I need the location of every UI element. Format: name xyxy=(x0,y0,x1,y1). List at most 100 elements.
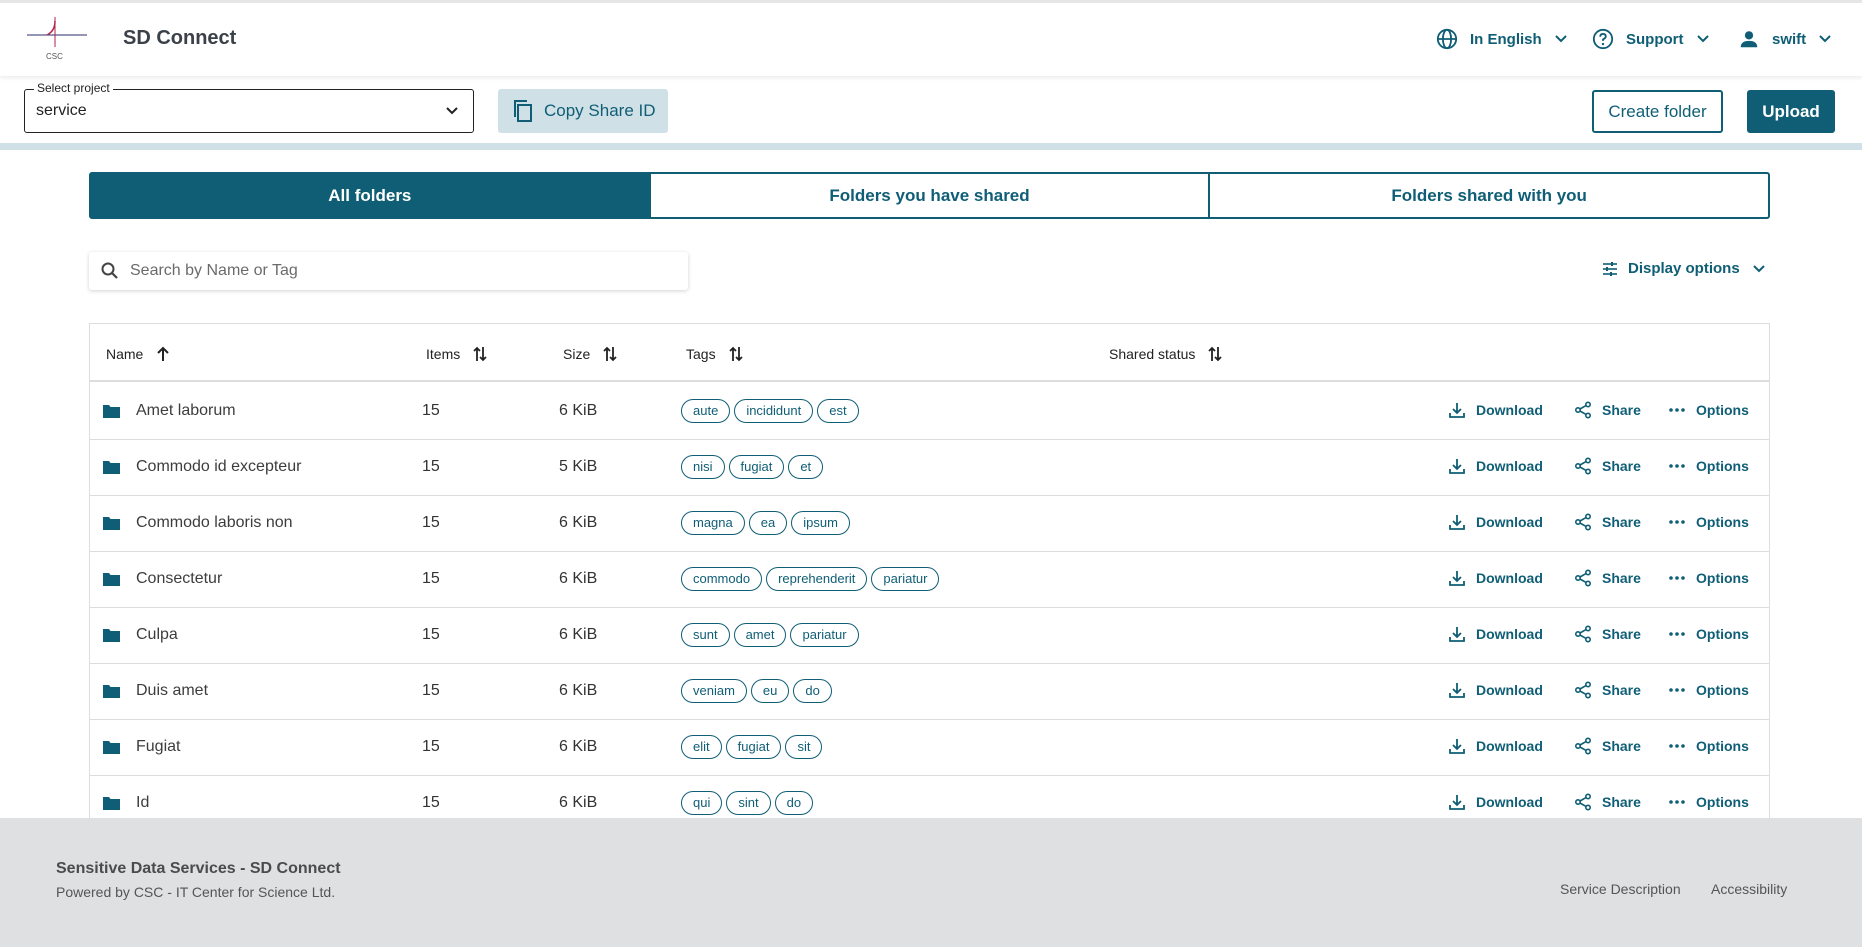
folder-name[interactable]: Amet laborum xyxy=(136,402,236,420)
csc-logo[interactable]: CSC xyxy=(27,17,89,61)
tag-chip[interactable]: pariatur xyxy=(871,567,940,591)
folder-size: 5 KiB xyxy=(559,458,598,475)
folder-name[interactable]: Commodo id excepteur xyxy=(136,458,301,476)
download-button[interactable]: Download xyxy=(1448,513,1543,531)
column-tags[interactable]: Tags xyxy=(686,345,744,363)
options-button[interactable]: Options xyxy=(1668,457,1749,475)
table-row[interactable]: Fugiat 15 6 KiB elit fugiat sit Download S… xyxy=(90,720,1769,776)
folder-items: 15 xyxy=(422,794,440,811)
support-menu[interactable]: Support xyxy=(1592,28,1710,50)
share-button[interactable]: Share xyxy=(1574,625,1641,643)
tag-chip[interactable]: aute xyxy=(681,399,731,423)
table-row[interactable]: Commodo laboris non 15 6 KiB magna ea ipsu… xyxy=(90,496,1769,552)
tag-chip[interactable]: sint xyxy=(726,791,771,815)
download-button[interactable]: Download xyxy=(1448,625,1543,643)
options-button[interactable]: Options xyxy=(1668,513,1749,531)
create-folder-button[interactable]: Create folder xyxy=(1592,90,1723,133)
download-button[interactable]: Download xyxy=(1448,793,1543,811)
accessibility-link[interactable]: Accessibility xyxy=(1711,881,1787,897)
share-button[interactable]: Share xyxy=(1574,793,1641,811)
more-horizontal-icon xyxy=(1669,464,1685,468)
options-button[interactable]: Options xyxy=(1668,625,1749,643)
folder-name[interactable]: Consectetur xyxy=(136,570,222,588)
table-row[interactable]: Amet laborum 15 6 KiB aute incididunt est … xyxy=(90,384,1769,440)
tag-chip[interactable]: ipsum xyxy=(791,511,850,535)
service-description-link[interactable]: Service Description xyxy=(1560,881,1681,897)
search-input[interactable] xyxy=(130,262,670,280)
table-row[interactable]: Commodo id excepteur 15 5 KiB nisi fugiat… xyxy=(90,440,1769,496)
tag-chip[interactable]: fugiat xyxy=(728,455,785,479)
tag-chip[interactable]: ea xyxy=(748,511,788,535)
tab-folders-shared-with-you[interactable]: Folders shared with you xyxy=(1210,174,1768,217)
share-button[interactable]: Share xyxy=(1574,737,1641,755)
share-button[interactable]: Share xyxy=(1574,569,1641,587)
sort-icon xyxy=(1208,346,1223,362)
display-options-button[interactable]: Display options xyxy=(1602,260,1766,277)
options-button[interactable]: Options xyxy=(1668,793,1749,811)
footer-subtitle: Powered by CSC - IT Center for Science L… xyxy=(56,884,336,900)
tab-all-folders[interactable]: All folders xyxy=(91,174,651,217)
options-button[interactable]: Options xyxy=(1668,737,1749,755)
upload-button[interactable]: Upload xyxy=(1747,90,1835,133)
folder-items: 15 xyxy=(422,626,440,643)
folder-items: 15 xyxy=(422,738,440,755)
folder-icon xyxy=(103,405,120,418)
download-button[interactable]: Download xyxy=(1448,737,1543,755)
share-button[interactable]: Share xyxy=(1574,513,1641,531)
share-button[interactable]: Share xyxy=(1574,401,1641,419)
tag-chip[interactable]: nisi xyxy=(681,455,725,479)
table-row[interactable]: Id 15 6 KiB qui sint do Download Share Opt… xyxy=(90,776,1769,818)
tag-chip[interactable]: fugiat xyxy=(725,735,782,759)
column-size[interactable]: Size xyxy=(563,345,618,363)
folder-name[interactable]: Id xyxy=(136,794,149,812)
tab-folders-you-have-shared[interactable]: Folders you have shared xyxy=(651,174,1211,217)
copy-share-id-button[interactable]: Copy Share ID xyxy=(498,89,668,133)
folder-tags: nisi fugiat et xyxy=(681,455,824,479)
tag-chip[interactable]: magna xyxy=(681,511,745,535)
project-select[interactable]: Select project service xyxy=(24,81,474,133)
share-button[interactable]: Share xyxy=(1574,457,1641,475)
globe-icon xyxy=(1436,28,1458,50)
tag-chip[interactable]: do xyxy=(793,679,832,703)
download-icon xyxy=(1449,627,1465,642)
column-items[interactable]: Items xyxy=(426,345,488,363)
column-shared-status[interactable]: Shared status xyxy=(1109,345,1223,363)
download-button[interactable]: Download xyxy=(1448,681,1543,699)
tag-chip[interactable]: sunt xyxy=(681,623,730,647)
download-button[interactable]: Download xyxy=(1448,569,1543,587)
tag-chip[interactable]: reprehenderit xyxy=(766,567,868,591)
table-row[interactable]: Duis amet 15 6 KiB veniam eu do Download S… xyxy=(90,664,1769,720)
options-button[interactable]: Options xyxy=(1668,401,1749,419)
tag-chip[interactable]: amet xyxy=(733,623,787,647)
folder-name[interactable]: Duis amet xyxy=(136,682,208,700)
column-tags-label: Tags xyxy=(686,346,716,362)
folder-name[interactable]: Culpa xyxy=(136,626,178,644)
tag-chip[interactable]: eu xyxy=(750,679,790,703)
table-row[interactable]: Culpa 15 6 KiB sunt amet pariatur Download… xyxy=(90,608,1769,664)
options-button[interactable]: Options xyxy=(1668,681,1749,699)
folder-size: 6 KiB xyxy=(559,794,598,811)
folder-name[interactable]: Commodo laboris non xyxy=(136,514,293,532)
table-row[interactable]: Consectetur 15 6 KiB commodo reprehenderi… xyxy=(90,552,1769,608)
tag-chip[interactable]: incididunt xyxy=(734,399,814,423)
folder-items: 15 xyxy=(422,682,440,699)
tag-chip[interactable]: veniam xyxy=(681,679,747,703)
folder-name[interactable]: Fugiat xyxy=(136,738,180,756)
tag-chip[interactable]: et xyxy=(788,455,824,479)
tag-chip[interactable]: elit xyxy=(681,735,722,759)
tag-chip[interactable]: qui xyxy=(681,791,723,815)
column-name[interactable]: Name xyxy=(106,345,171,363)
tag-chip[interactable]: sit xyxy=(785,735,823,759)
tag-chip[interactable]: pariatur xyxy=(790,623,859,647)
share-button[interactable]: Share xyxy=(1574,681,1641,699)
user-menu[interactable]: swift xyxy=(1738,28,1832,50)
download-button[interactable]: Download xyxy=(1448,457,1543,475)
tag-chip[interactable]: est xyxy=(817,399,859,423)
download-button[interactable]: Download xyxy=(1448,401,1543,419)
options-button[interactable]: Options xyxy=(1668,569,1749,587)
tag-chip[interactable]: commodo xyxy=(681,567,763,591)
tag-chip[interactable]: do xyxy=(774,791,814,815)
options-label: Options xyxy=(1696,402,1749,418)
copy-share-id-label: Copy Share ID xyxy=(544,101,656,120)
language-menu[interactable]: In English xyxy=(1436,28,1568,50)
